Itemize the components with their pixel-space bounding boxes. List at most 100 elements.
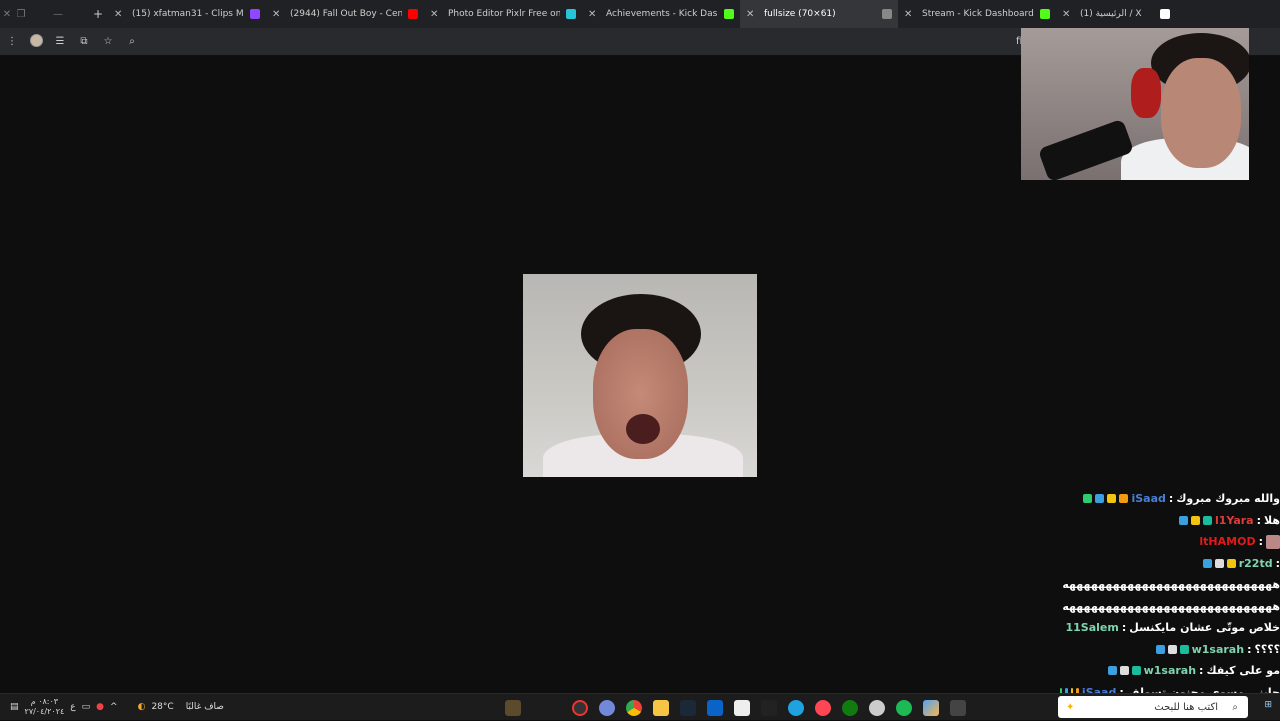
edge-app-icon[interactable]	[788, 699, 804, 716]
spotify-app-icon[interactable]	[896, 699, 912, 716]
close-tab-icon[interactable]: ✕	[1062, 9, 1074, 20]
window-close-icon[interactable]: ✕	[0, 9, 14, 20]
volume-icon[interactable]: ●	[96, 702, 104, 712]
chat-username[interactable]: l1Yara	[1215, 514, 1254, 527]
chat-separator: :	[1258, 535, 1263, 549]
chat-badge-icon	[1190, 515, 1200, 525]
chat-separator: :	[1168, 492, 1174, 506]
browser-tab-strip: ✕ ❐ — + ✕ (15) xfatman31 - Clips Manage ✕ (…	[0, 0, 1280, 28]
chat-text: والله مبروك مبروك	[1176, 492, 1280, 506]
tab-title: Photo Editor Pixlr Free online In	[448, 9, 560, 19]
twitch-icon	[250, 9, 260, 19]
task-view-icon[interactable]	[950, 699, 966, 716]
webcam-overlay	[1021, 28, 1249, 180]
search-placeholder: اكتب هنا للبحث	[1154, 701, 1218, 713]
valorant-app-icon[interactable]	[815, 699, 831, 716]
chat-separator: :	[1256, 513, 1262, 527]
chat-text: ؟؟؟؟	[1254, 642, 1280, 656]
bookmark-star-icon[interactable]: ☆	[96, 36, 120, 47]
notifications-icon[interactable]: ▤	[10, 702, 19, 712]
tab-title: Stream - Kick Dashboard	[922, 9, 1034, 19]
profile-avatar[interactable]	[24, 33, 48, 50]
tab-title: (15) xfatman31 - Clips Manage	[132, 9, 244, 19]
minecraft-app-icon[interactable]	[505, 699, 521, 716]
new-tab-button[interactable]: +	[88, 7, 108, 21]
file-explorer-app-icon[interactable]	[653, 699, 669, 716]
chat-message: w1sarah: مو على كيفك	[1060, 660, 1280, 682]
x-icon	[1160, 9, 1170, 19]
chat-username[interactable]: w1sarah	[1192, 643, 1244, 656]
store-app-icon[interactable]	[734, 699, 750, 716]
chat-badge-icon	[1095, 494, 1105, 504]
fullsize-image	[523, 274, 757, 477]
network-icon[interactable]: ▭	[82, 702, 91, 712]
chat-message: iSaad: والله مبروك مبروك	[1060, 488, 1280, 510]
obs-app-icon[interactable]	[572, 699, 588, 716]
xbox-app-icon[interactable]	[842, 699, 858, 716]
close-tab-icon[interactable]: ✕	[588, 9, 600, 20]
chat-badge-icon	[1131, 666, 1141, 676]
extensions-icon[interactable]: ⧉	[72, 36, 96, 47]
outlook-app-icon[interactable]	[707, 699, 723, 716]
tab[interactable]: ✕ fullsize (70×61)	[740, 0, 898, 28]
chat-badge-icon	[1214, 558, 1224, 568]
tab[interactable]: ✕ Stream - Kick Dashboard	[898, 0, 1056, 28]
taskbar-search[interactable]: اكتب هنا للبحث ⌕ ✦	[1058, 696, 1248, 718]
close-tab-icon[interactable]: ✕	[114, 9, 126, 20]
kick-icon	[724, 9, 734, 19]
steam-app-icon[interactable]	[680, 699, 696, 716]
weather-text: صاف غالبًا	[185, 702, 224, 712]
chat-separator: :	[1275, 556, 1280, 570]
copilot-app-icon[interactable]	[923, 699, 939, 716]
emote-icon	[1266, 534, 1280, 549]
tab-title: (1) الرئيسية / X	[1080, 9, 1142, 19]
chat-username[interactable]: w1sarah	[1144, 664, 1196, 677]
tab[interactable]: ✕ (2944) Fall Out Boy - Centuries	[266, 0, 424, 28]
language-indicator[interactable]: ع	[70, 702, 75, 712]
reading-list-icon[interactable]: ☰	[48, 36, 72, 47]
steelseries-app-icon[interactable]	[869, 699, 885, 716]
chat-badge-icon	[1119, 666, 1129, 676]
image-icon	[882, 9, 892, 19]
chat-username[interactable]: iSaad	[1131, 492, 1165, 505]
tab[interactable]: ✕ Photo Editor Pixlr Free online In	[424, 0, 582, 28]
tab-title: fullsize (70×61)	[764, 9, 836, 19]
search-icon[interactable]: ⌕	[120, 36, 144, 47]
window-minimize-icon[interactable]: —	[28, 9, 88, 20]
kick-icon	[1040, 9, 1050, 19]
close-tab-icon[interactable]: ✕	[272, 9, 284, 20]
chat-message: ltHAMOD:	[1060, 531, 1280, 553]
chevron-up-icon[interactable]: ^	[110, 702, 118, 712]
chat-separator: :	[1199, 664, 1204, 678]
close-tab-icon[interactable]: ✕	[746, 9, 758, 20]
weather-temp: 28°C	[151, 702, 174, 712]
chat-separator: :	[1247, 642, 1252, 656]
chat-badge-icon	[1107, 494, 1117, 504]
chat-badge-icon	[1119, 494, 1129, 504]
discord-app-icon[interactable]	[599, 699, 615, 716]
chat-badge-icon	[1202, 515, 1212, 525]
close-tab-icon[interactable]: ✕	[430, 9, 442, 20]
kick-app-icon[interactable]	[761, 699, 777, 716]
chat-badge-icon	[1107, 666, 1117, 676]
tab[interactable]: ✕ (1) الرئيسية / X	[1056, 0, 1176, 28]
youtube-icon	[408, 9, 418, 19]
tab-title: (2944) Fall Out Boy - Centuries	[290, 9, 402, 19]
chat-text: هههههههههههههههههههههههههههههه	[1062, 578, 1280, 592]
tab[interactable]: ✕ Achievements - Kick Dashboard	[582, 0, 740, 28]
menu-icon[interactable]: ⋮	[0, 36, 24, 47]
chat-username[interactable]: r22td	[1239, 557, 1273, 570]
chrome-app-icon[interactable]	[626, 699, 642, 716]
chat-username[interactable]: 11Salem	[1066, 621, 1119, 634]
taskbar-apps	[505, 694, 966, 721]
chat-username[interactable]: ltHAMOD	[1199, 535, 1255, 548]
chat-badge-icon	[1167, 644, 1177, 654]
chat-text: هلا	[1264, 513, 1280, 527]
chat-message: هههههههههههههههههههههههههههههه	[1060, 596, 1280, 618]
tab[interactable]: ✕ (15) xfatman31 - Clips Manage	[108, 0, 266, 28]
window-restore-icon[interactable]: ❐	[14, 9, 28, 20]
chat-badge-icon	[1178, 515, 1188, 525]
chat-badge-icon	[1179, 644, 1189, 654]
start-button[interactable]: ⊞	[1264, 700, 1272, 710]
close-tab-icon[interactable]: ✕	[904, 9, 916, 20]
